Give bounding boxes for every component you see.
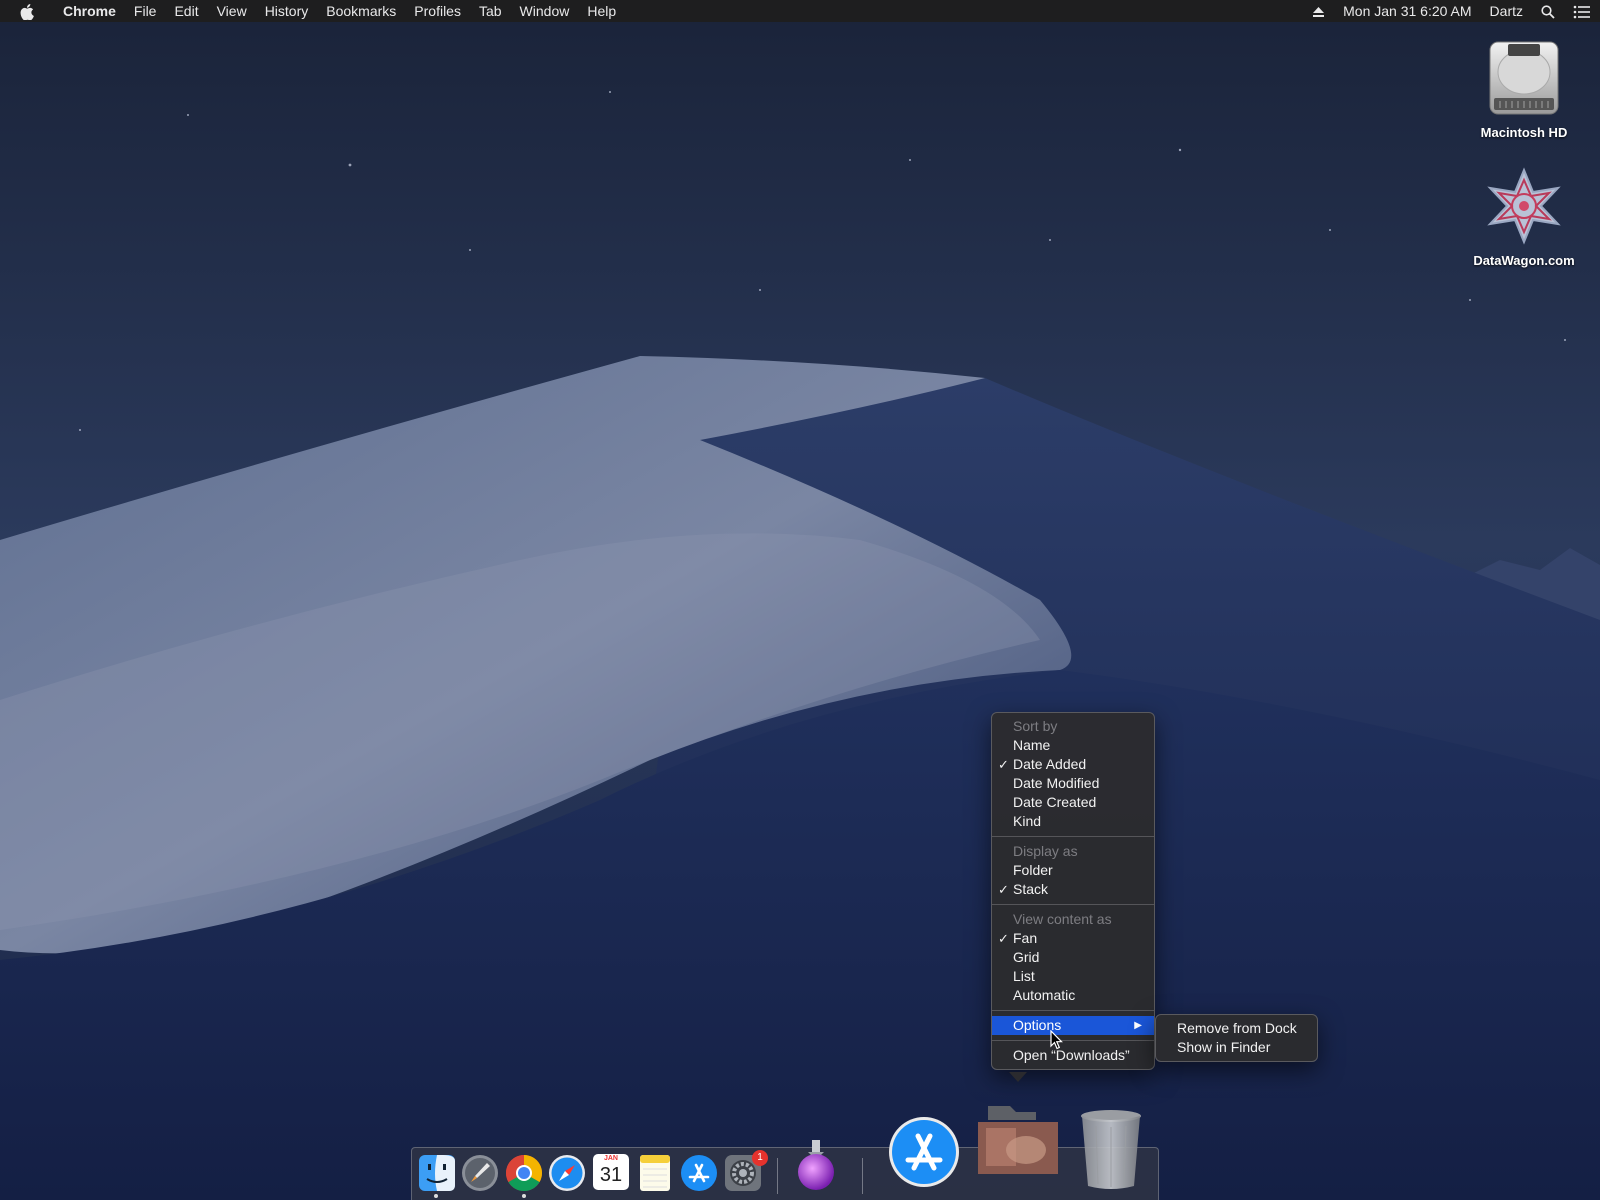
system-preferences-badge: 1 bbox=[752, 1150, 768, 1166]
menu-item-label: Grid bbox=[1013, 949, 1040, 965]
menu-item-label: Stack bbox=[1013, 881, 1049, 897]
app-store-icon[interactable] bbox=[680, 1154, 718, 1192]
menu-separator bbox=[992, 904, 1154, 905]
desktop-icon-label: DataWagon.com bbox=[1473, 253, 1575, 268]
checkmark-icon: ✓ bbox=[998, 931, 1009, 946]
checkmark-icon: ✓ bbox=[998, 882, 1009, 897]
menu-item-label: Date Created bbox=[1013, 794, 1097, 810]
sort-kind-item[interactable]: Kind bbox=[992, 812, 1154, 831]
display-folder-item[interactable]: Folder bbox=[992, 861, 1154, 880]
finder-running-indicator bbox=[434, 1194, 438, 1198]
sort-by-header: Sort by bbox=[1013, 718, 1058, 734]
options-item[interactable]: Options ▶ bbox=[992, 1016, 1154, 1035]
view-fan-item[interactable]: ✓ Fan bbox=[992, 929, 1154, 948]
menu-separator bbox=[992, 1010, 1154, 1011]
menu-separator bbox=[992, 836, 1154, 837]
menu-bookmarks[interactable]: Bookmarks bbox=[317, 0, 405, 22]
notes-icon[interactable] bbox=[637, 1154, 673, 1192]
calendar-month: JAN bbox=[603, 1155, 618, 1162]
menu-item-label: Name bbox=[1013, 737, 1051, 753]
sort-date-created-item[interactable]: Date Created bbox=[992, 793, 1154, 812]
user-name[interactable]: Dartz bbox=[1481, 0, 1532, 22]
display-stack-item[interactable]: ✓ Stack bbox=[992, 880, 1154, 899]
apple-menu-icon[interactable] bbox=[0, 2, 54, 20]
open-downloads-item[interactable]: Open “Downloads” bbox=[992, 1046, 1154, 1065]
options-submenu: Remove from Dock Show in Finder bbox=[1155, 1014, 1318, 1062]
chrome-running-indicator bbox=[522, 1194, 526, 1198]
view-automatic-item[interactable]: Automatic bbox=[992, 986, 1154, 1005]
app-store-large-icon[interactable] bbox=[888, 1108, 960, 1188]
menu-item-label: List bbox=[1013, 968, 1035, 984]
menu-item-label: Kind bbox=[1013, 813, 1042, 829]
mouse-cursor-icon bbox=[1050, 1030, 1063, 1050]
menu-item-label: Fan bbox=[1013, 930, 1038, 946]
menu-help[interactable]: Help bbox=[578, 0, 625, 22]
hard-drive-icon bbox=[1489, 41, 1559, 115]
checkmark-icon: ✓ bbox=[998, 757, 1009, 772]
eject-icon[interactable] bbox=[1303, 0, 1334, 22]
menu-item-label: Open “Downloads” bbox=[1013, 1047, 1130, 1063]
menu-item-label: Date Modified bbox=[1013, 775, 1100, 791]
launchpad-icon[interactable] bbox=[461, 1154, 499, 1192]
menu-file[interactable]: File bbox=[125, 0, 166, 22]
menubar-status-area: Mon Jan 31 6:20 AM Dartz bbox=[1303, 0, 1600, 22]
menu-bar: Chrome File Edit View History Bookmarks … bbox=[0, 0, 1600, 22]
dock-separator bbox=[777, 1158, 778, 1194]
clock[interactable]: Mon Jan 31 6:20 AM bbox=[1334, 0, 1480, 22]
calendar-icon[interactable]: JAN 31 bbox=[593, 1154, 629, 1190]
sort-date-modified-item[interactable]: Date Modified bbox=[992, 774, 1154, 793]
potion-app-icon[interactable] bbox=[794, 1138, 838, 1192]
context-menu-pointer bbox=[1009, 1072, 1027, 1082]
downloads-stack-icon[interactable] bbox=[976, 1100, 1060, 1180]
menu-history[interactable]: History bbox=[256, 0, 318, 22]
sort-date-added-item[interactable]: ✓ Date Added bbox=[992, 755, 1154, 774]
display-as-header: Display as bbox=[1013, 843, 1078, 859]
menu-window[interactable]: Window bbox=[511, 0, 579, 22]
desktop-icon-label: Macintosh HD bbox=[1480, 125, 1568, 140]
view-grid-item[interactable]: Grid bbox=[992, 948, 1154, 967]
menu-tab[interactable]: Tab bbox=[470, 0, 511, 22]
datawagon-logo-icon bbox=[1487, 167, 1561, 245]
view-list-item[interactable]: List bbox=[992, 967, 1154, 986]
menu-item-label: Automatic bbox=[1013, 987, 1076, 1003]
chrome-icon[interactable] bbox=[505, 1154, 543, 1192]
sort-name-item[interactable]: Name bbox=[992, 736, 1154, 755]
menu-item-label: Date Added bbox=[1013, 756, 1087, 772]
menu-app-name[interactable]: Chrome bbox=[54, 0, 125, 22]
finder-icon[interactable] bbox=[418, 1154, 456, 1192]
spotlight-search-icon[interactable] bbox=[1532, 0, 1564, 22]
trash-icon[interactable] bbox=[1078, 1108, 1144, 1192]
safari-icon[interactable] bbox=[548, 1154, 586, 1192]
downloads-context-menu: Sort by Name ✓ Date Added Date Modified D… bbox=[991, 712, 1155, 1070]
show-in-finder-item[interactable]: Show in Finder bbox=[1156, 1038, 1317, 1057]
menu-view[interactable]: View bbox=[208, 0, 256, 22]
notification-center-icon[interactable] bbox=[1564, 0, 1600, 22]
remove-from-dock-item[interactable]: Remove from Dock bbox=[1156, 1019, 1317, 1038]
menu-separator bbox=[992, 1040, 1154, 1041]
view-content-as-header: View content as bbox=[1013, 911, 1112, 927]
menu-edit[interactable]: Edit bbox=[165, 0, 207, 22]
submenu-arrow-icon: ▶ bbox=[1134, 1020, 1142, 1031]
datawagon-desktop-icon[interactable]: DataWagon.com bbox=[1464, 166, 1584, 268]
menu-item-label: Folder bbox=[1013, 862, 1053, 878]
calendar-day: 31 bbox=[599, 1164, 623, 1186]
menu-profiles[interactable]: Profiles bbox=[405, 0, 470, 22]
macintosh-hd-desktop-icon[interactable]: Macintosh HD bbox=[1464, 38, 1584, 140]
desktop-wallpaper bbox=[0, 0, 1600, 1200]
dock-separator bbox=[862, 1158, 863, 1194]
